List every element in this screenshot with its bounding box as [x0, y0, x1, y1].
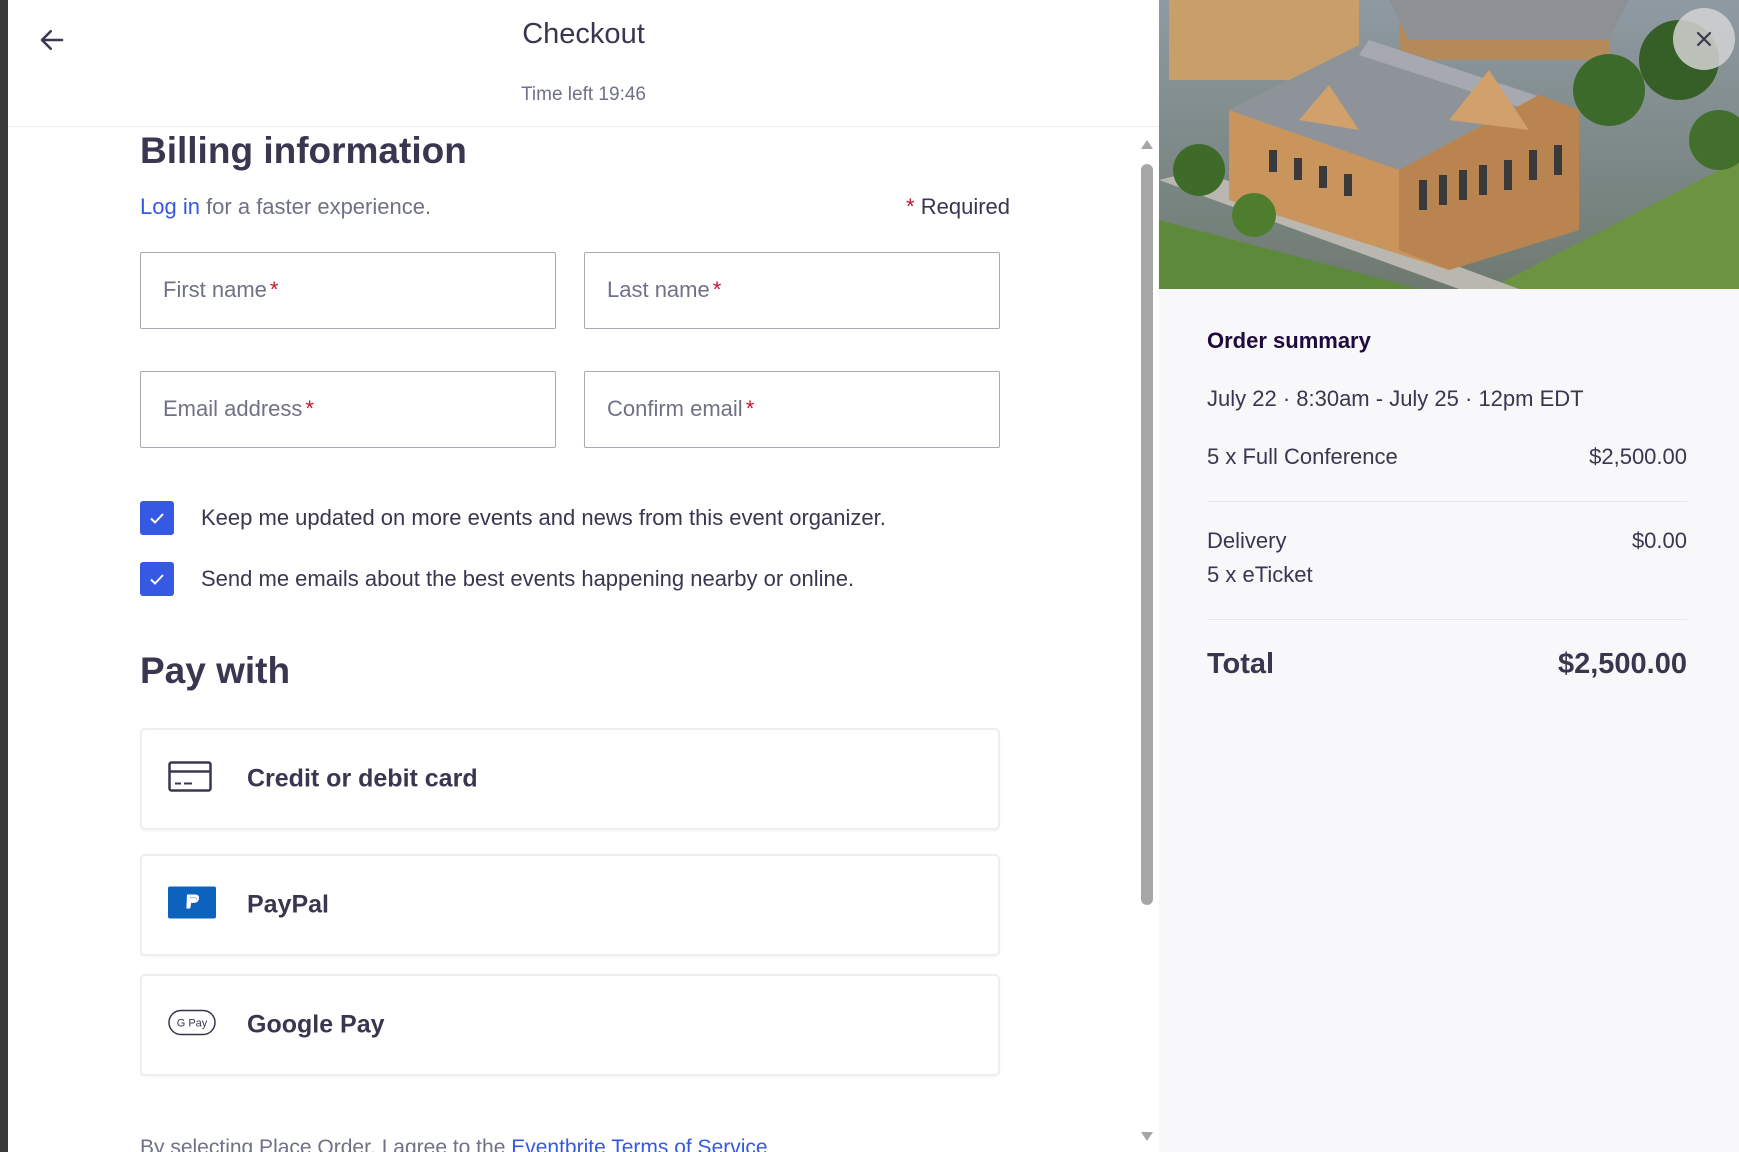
- terms-prefix: By selecting Place Order, I agree to the: [140, 1136, 512, 1152]
- time-left-timer: Time left 19:46: [521, 84, 646, 105]
- checkout-header: Checkout Time left 19:46: [8, 0, 1159, 127]
- confirm-email-input[interactable]: [585, 372, 999, 447]
- last-name-input[interactable]: [585, 253, 999, 328]
- ticket-line-item: 5 x Full Conference $2,500.00: [1207, 444, 1687, 470]
- required-note: * Required: [906, 194, 1010, 220]
- credit-card-option[interactable]: Credit or debit card: [140, 728, 1000, 830]
- delivery-detail-label: 5 x eTicket: [1207, 562, 1313, 587]
- delivery-amount: $0.00: [1631, 528, 1687, 553]
- terms-text: By selecting Place Order, I agree to the…: [140, 1136, 768, 1152]
- paypal-label: PayPal: [247, 890, 330, 919]
- nearby-events-label: Send me emails about the best events hap…: [201, 566, 855, 591]
- ticket-line-label: 5 x Full Conference: [1207, 444, 1398, 469]
- confirm-email-field[interactable]: Confirm email *: [584, 371, 1000, 448]
- summary-divider: [1207, 619, 1687, 620]
- google-pay-label: Google Pay: [247, 1010, 385, 1039]
- event-hero-image: [1159, 0, 1739, 289]
- delivery-label: Delivery: [1207, 528, 1287, 553]
- page-title: Checkout: [522, 18, 645, 50]
- login-suffix: for a faster experience.: [199, 194, 432, 219]
- summary-divider: [1207, 501, 1687, 502]
- campus-building-image: [1159, 0, 1739, 289]
- event-date-range: July 22 · 8:30am - July 25 · 12pm EDT: [1207, 386, 1584, 411]
- pay-with-heading: Pay with: [140, 650, 291, 691]
- credit-card-icon: [168, 761, 212, 798]
- checkmark-icon: [150, 513, 164, 524]
- total-amount: $2,500.00: [1557, 648, 1687, 680]
- total-row: Total $2,500.00: [1207, 648, 1687, 681]
- close-button[interactable]: [1673, 8, 1735, 70]
- scrollbar-thumb[interactable]: [1141, 164, 1153, 905]
- email-input[interactable]: [141, 372, 555, 447]
- google-pay-option[interactable]: G Pay Google Pay: [140, 974, 1000, 1076]
- terms-of-service-link[interactable]: Eventbrite Terms of Service: [511, 1136, 767, 1152]
- organizer-updates-option: Keep me updated on more events and news …: [140, 501, 1010, 537]
- paypal-option[interactable]: PayPal: [140, 854, 1000, 956]
- google-pay-icon: G Pay: [168, 1009, 216, 1041]
- checkout-modal: Checkout Time left 19:46 Billing informa…: [8, 0, 1739, 1152]
- nearby-events-checkbox[interactable]: [140, 562, 174, 596]
- credit-card-label: Credit or debit card: [247, 764, 478, 793]
- close-icon: [1696, 31, 1712, 47]
- required-label: Required: [914, 194, 1010, 219]
- last-name-field[interactable]: Last name *: [584, 252, 1000, 329]
- organizer-updates-checkbox[interactable]: [140, 501, 174, 535]
- required-star: *: [906, 194, 915, 219]
- checkmark-icon: [150, 574, 164, 585]
- delivery-line-item: Delivery $0.00: [1207, 528, 1687, 554]
- organizer-updates-label: Keep me updated on more events and news …: [201, 505, 886, 530]
- login-link[interactable]: Log in: [140, 194, 200, 219]
- delivery-detail: 5 x eTicket: [1207, 562, 1687, 588]
- ticket-line-amount: $2,500.00: [1589, 444, 1687, 469]
- nearby-events-option: Send me emails about the best events hap…: [140, 562, 1010, 598]
- scroll-down-arrow-icon[interactable]: [1139, 1130, 1155, 1144]
- paypal-icon: [168, 886, 216, 924]
- email-field[interactable]: Email address *: [140, 371, 556, 448]
- first-name-field[interactable]: First name *: [140, 252, 556, 329]
- scroll-up-arrow-icon[interactable]: [1139, 137, 1155, 151]
- google-pay-icon-text: G Pay: [177, 1018, 208, 1030]
- order-summary-panel: Order summary July 22 · 8:30am - July 25…: [1159, 0, 1739, 1152]
- order-summary-title: Order summary: [1207, 328, 1371, 353]
- checkout-form-panel: Checkout Time left 19:46 Billing informa…: [8, 0, 1159, 1152]
- total-label: Total: [1207, 648, 1275, 680]
- billing-heading: Billing information: [140, 130, 467, 171]
- first-name-input[interactable]: [141, 253, 555, 328]
- login-row: Log in for a faster experience. * Requir…: [140, 194, 1010, 224]
